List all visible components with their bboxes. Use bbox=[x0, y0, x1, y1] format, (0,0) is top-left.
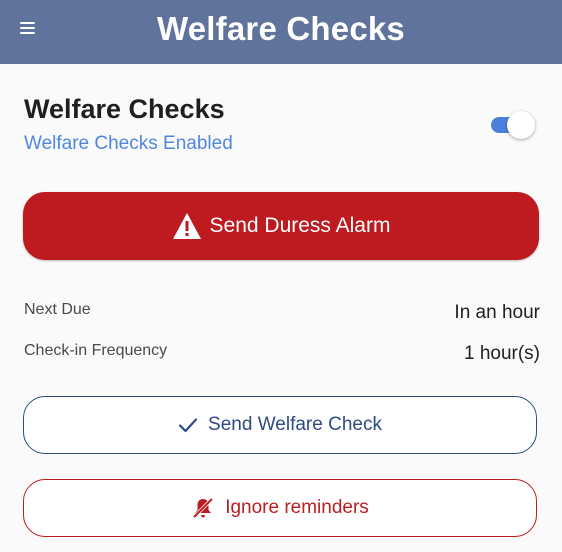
warning-triangle-icon bbox=[172, 213, 201, 239]
next-due-label: Next Due bbox=[24, 301, 91, 318]
checkmark-icon bbox=[178, 417, 198, 433]
next-due-value: In an hour bbox=[454, 302, 540, 323]
toggle-thumb bbox=[507, 111, 535, 139]
app-header: Welfare Checks bbox=[0, 0, 562, 64]
frequency-value: 1 hour(s) bbox=[463, 343, 540, 364]
ignore-reminders-button[interactable]: Ignore reminders bbox=[23, 479, 537, 537]
send-welfare-check-button[interactable]: Send Welfare Check bbox=[23, 396, 537, 454]
ignore-button-label: Ignore reminders bbox=[225, 497, 369, 518]
status-text: Welfare Checks Enabled bbox=[24, 133, 233, 154]
app-screen: Welfare Checks Welfare Checks Welfare Ch… bbox=[0, 0, 562, 552]
bell-off-icon bbox=[191, 496, 215, 520]
welfare-button-label: Send Welfare Check bbox=[208, 414, 382, 435]
section-title: Welfare Checks bbox=[24, 94, 225, 124]
welfare-checks-toggle[interactable] bbox=[491, 111, 537, 139]
duress-button-label: Send Duress Alarm bbox=[209, 214, 391, 237]
frequency-label: Check-in Frequency bbox=[24, 342, 168, 359]
header-title: Welfare Checks bbox=[157, 10, 405, 47]
send-duress-alarm-button[interactable]: Send Duress Alarm bbox=[23, 192, 539, 260]
